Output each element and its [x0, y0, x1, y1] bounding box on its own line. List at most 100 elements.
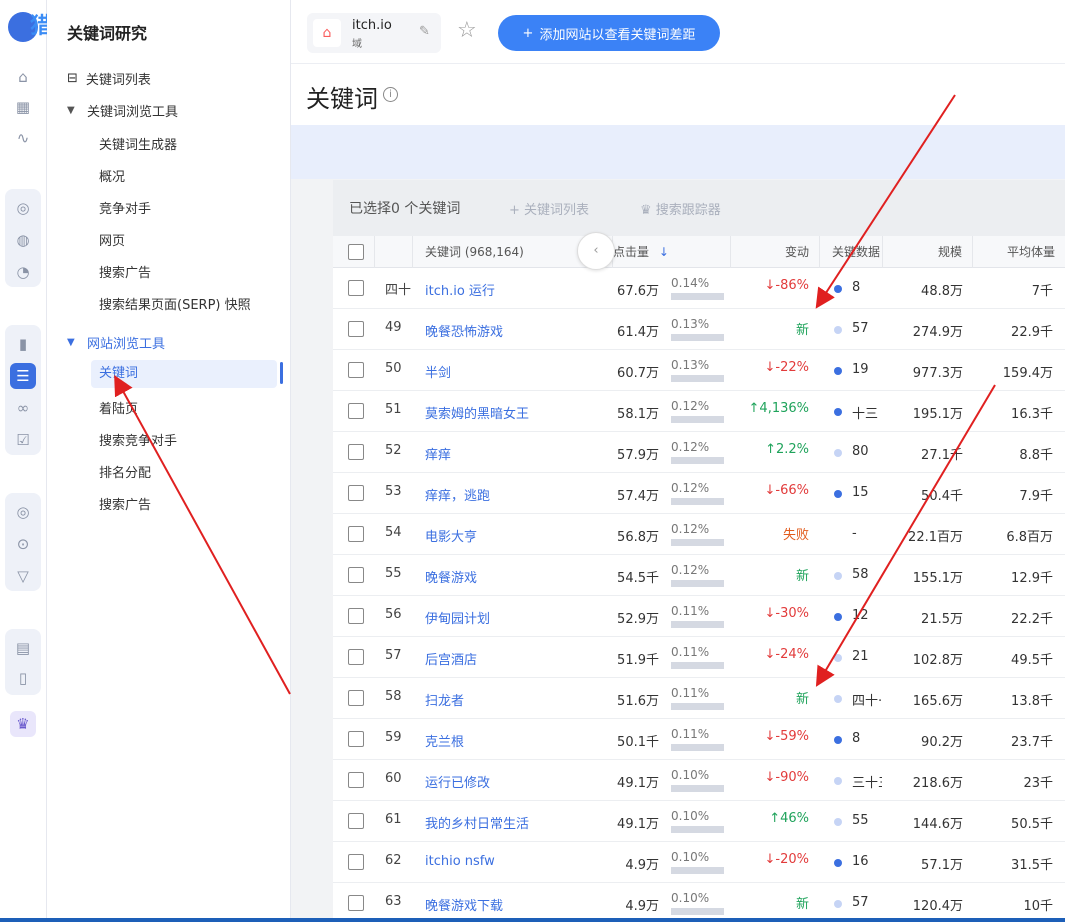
table-row[interactable]: 四十 itch.io 运行 67.6万 0.14% ↓-86% 8 48.8万 7千: [333, 268, 1065, 309]
row-keyword-link[interactable]: 痒痒: [425, 444, 451, 463]
nav-group-keyword-tools[interactable]: ▼ 关键词浏览工具: [67, 101, 178, 120]
row-keyword-link[interactable]: 我的乡村日常生活: [425, 813, 529, 832]
table-row[interactable]: 56 伊甸园计划 52.9万 0.11% ↓-30% 12 21.5万 22.2千: [333, 596, 1065, 637]
row-keyword-link[interactable]: 扫龙者: [425, 690, 464, 709]
plus-icon: +: [509, 203, 525, 218]
dashboard-icon[interactable]: ▦: [10, 94, 36, 120]
row-click-share: 0.10%: [671, 768, 710, 782]
row-clicks: 58.1万: [617, 407, 659, 422]
table-row[interactable]: 52 痒痒 57.9万 0.12% ↑2.2% 80 27.1千 8.8千: [333, 432, 1065, 473]
header-clicks[interactable]: 点击量 ↓: [613, 236, 731, 268]
add-site-button[interactable]: + 添加网站以查看关键词差距: [498, 15, 720, 51]
row-checkbox[interactable]: [348, 362, 364, 378]
row-keyword-link[interactable]: 半剑: [425, 362, 451, 381]
row-keyword-link[interactable]: itch.io 运行: [425, 280, 495, 299]
row-checkbox[interactable]: [348, 403, 364, 419]
table-row[interactable]: 63 晚餐游戏下载 4.9万 0.10% 新 57 120.4万 10千: [333, 883, 1065, 922]
row-click-share: 0.12%: [671, 563, 710, 577]
filter-icon[interactable]: ▽: [10, 563, 36, 589]
mobile-icon[interactable]: ▯: [10, 665, 36, 691]
row-keyword-link[interactable]: 后宫酒店: [425, 649, 477, 668]
row-checkbox[interactable]: [348, 321, 364, 337]
row-checkbox[interactable]: [348, 731, 364, 747]
nav-item-competitors[interactable]: 竞争对手: [99, 198, 151, 217]
globe-icon[interactable]: ◎: [10, 195, 36, 221]
nav-item-serp-snapshot[interactable]: 搜索结果页面(SERP) 快照: [99, 294, 251, 313]
nav-item-site-search-ads[interactable]: 搜索广告: [99, 494, 151, 513]
table-row[interactable]: 58 扫龙者 51.6万 0.11% 新 四十· 165.6万 13.8千: [333, 678, 1065, 719]
row-checkbox[interactable]: [348, 772, 364, 788]
row-checkbox[interactable]: [348, 854, 364, 870]
info-icon[interactable]: i: [383, 87, 398, 102]
nav-item-ranking-distribution[interactable]: 排名分配: [99, 462, 151, 481]
site-selector[interactable]: ⌂ itch.io 域 ✎: [307, 13, 441, 53]
table-row[interactable]: 49 晚餐恐怖游戏 61.4万 0.13% 新 57 274.9万 22.9千: [333, 309, 1065, 350]
crown-icon[interactable]: ♛: [10, 711, 36, 737]
nav-item-keywords[interactable]: 关键词: [91, 360, 277, 388]
globe-trend-icon[interactable]: ◍: [10, 227, 36, 253]
nav-item-overview[interactable]: 概况: [99, 166, 125, 185]
trend-icon[interactable]: ∿: [10, 125, 36, 151]
nav-item-search-ads[interactable]: 搜索广告: [99, 262, 151, 281]
row-checkbox[interactable]: [348, 813, 364, 829]
row-keyword-link[interactable]: 电影大亨: [425, 526, 477, 545]
globe-search-icon[interactable]: ◎: [10, 499, 36, 525]
table-row[interactable]: 59 克兰根 50.1千 0.11% ↓-59% 8 90.2万 23.7千: [333, 719, 1065, 760]
row-checkbox[interactable]: [348, 567, 364, 583]
nav-item-keyword-generator[interactable]: 关键词生成器: [99, 134, 177, 153]
nav-keyword-list[interactable]: ⊟ 关键词列表: [67, 69, 151, 88]
row-keyword-link[interactable]: 伊甸园计划: [425, 608, 490, 627]
table-row[interactable]: 55 晚餐游戏 54.5千 0.12% 新 58 155.1万 12.9千: [333, 555, 1065, 596]
header-avg-volume[interactable]: 平均体量: [973, 236, 1065, 268]
header-kd[interactable]: 关键数据: [820, 236, 883, 268]
row-checkbox[interactable]: [348, 280, 364, 296]
select-all-checkbox[interactable]: [348, 244, 364, 260]
tracker-button[interactable]: ♛ 搜索跟踪器: [640, 199, 721, 218]
link-icon[interactable]: ∞: [10, 395, 36, 421]
header-change[interactable]: 变动: [731, 236, 820, 268]
nav-item-landing-pages[interactable]: 着陆页: [99, 398, 138, 417]
row-keyword-link[interactable]: itchio nsfw: [425, 854, 495, 869]
row-checkbox[interactable]: [348, 485, 364, 501]
row-checkbox[interactable]: [348, 649, 364, 665]
table-row[interactable]: 50 半剑 60.7万 0.13% ↓-22% 19 977.3万 159.4万: [333, 350, 1065, 391]
header-volume[interactable]: 规模: [883, 236, 973, 268]
document-check-icon[interactable]: ▤: [10, 635, 36, 661]
row-keyword-link[interactable]: 克兰根: [425, 731, 464, 750]
row-kd-dot: [834, 613, 842, 621]
row-keyword-link[interactable]: 莫索姆的黑暗女王: [425, 403, 529, 422]
table-row[interactable]: 60 运行已修改 49.1万 0.10% ↓-90% 三十三 218.6万 23千: [333, 760, 1065, 801]
row-checkbox[interactable]: [348, 895, 364, 911]
pencil-icon[interactable]: ✎: [419, 24, 430, 39]
row-checkbox[interactable]: [348, 444, 364, 460]
star-icon[interactable]: ☆: [457, 18, 477, 43]
row-checkbox[interactable]: [348, 526, 364, 542]
table-header: 关键词 (968,164) 点击量 ↓ 变动 关键数据 规模 平均体量: [333, 236, 1065, 268]
row-checkbox[interactable]: [348, 690, 364, 706]
home-icon[interactable]: ⌂: [10, 64, 36, 90]
table-row[interactable]: 53 痒痒，逃跑 57.4万 0.12% ↓-66% 15 50.4千 7.9千: [333, 473, 1065, 514]
table-row[interactable]: 51 莫索姆的黑暗女王 58.1万 0.12% ↑4,136% 十三 195.1万 16.3千: [333, 391, 1065, 432]
nav-group-site-tools[interactable]: ▼ 网站浏览工具: [67, 333, 165, 352]
row-keyword-link[interactable]: 晚餐恐怖游戏: [425, 321, 503, 340]
nav-item-search-competitors[interactable]: 搜索竞争对手: [99, 430, 177, 449]
row-checkbox[interactable]: [348, 608, 364, 624]
nav-item-webpages[interactable]: 网页: [99, 230, 125, 249]
table-row[interactable]: 62 itchio nsfw 4.9万 0.10% ↓-20% 16 57.1万 31.5千: [333, 842, 1065, 883]
row-keyword-link[interactable]: 运行已修改: [425, 772, 490, 791]
bar-chart-icon[interactable]: ▮: [10, 331, 36, 357]
add-to-list-button[interactable]: + 关键词列表: [509, 199, 589, 218]
pie-chart-icon[interactable]: ◔: [10, 259, 36, 285]
search-target-icon[interactable]: ⊙: [10, 531, 36, 557]
row-kd-dot: [834, 490, 842, 498]
table-row[interactable]: 61 我的乡村日常生活 49.1万 0.10% ↑46% 55 144.6万 50.5千: [333, 801, 1065, 842]
row-keyword-link[interactable]: 晚餐游戏下载: [425, 895, 503, 914]
row-keyword-link[interactable]: 晚餐游戏: [425, 567, 477, 586]
keyword-search-icon[interactable]: ☰: [10, 363, 36, 389]
horizontal-scroll-handle[interactable]: ‹: [577, 232, 615, 270]
checklist-icon[interactable]: ☑: [10, 427, 36, 453]
keyword-table: 已选择0 个关键词 + 关键词列表 ♛ 搜索跟踪器 关键词 (968,164) …: [333, 180, 1065, 922]
row-keyword-link[interactable]: 痒痒，逃跑: [425, 485, 490, 504]
table-row[interactable]: 57 后宫酒店 51.9千 0.11% ↓-24% 21 102.8万 49.5千: [333, 637, 1065, 678]
table-row[interactable]: 54 电影大亨 56.8万 0.12% 失败 - 22.1百万 6.8百万: [333, 514, 1065, 555]
